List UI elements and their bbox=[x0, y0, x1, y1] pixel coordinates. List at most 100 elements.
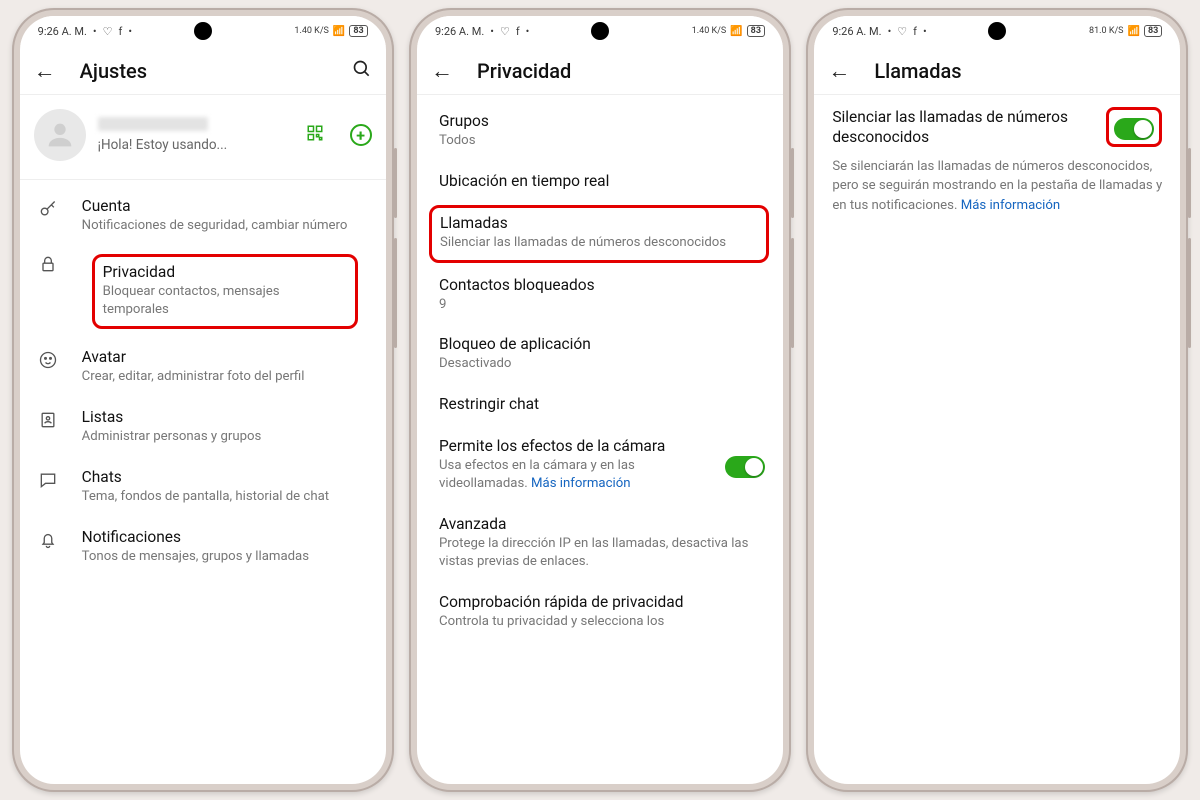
back-icon[interactable]: ← bbox=[34, 58, 56, 84]
bell-icon bbox=[38, 528, 60, 554]
silence-unknown-row[interactable]: Silenciar las llamadas de números descon… bbox=[832, 107, 1162, 147]
item-title: Permite los efectos de la cámara bbox=[439, 437, 703, 455]
status-time: 9:26 A. M. bbox=[832, 25, 881, 38]
toggle-silence-unknown[interactable] bbox=[1114, 118, 1154, 140]
calls-settings: Silenciar las llamadas de números descon… bbox=[814, 95, 1180, 227]
item-camera-effects[interactable]: Permite los efectos de la cámara Usa efe… bbox=[417, 426, 783, 504]
net-speed: 1.40 K/S bbox=[294, 26, 328, 36]
status-dot-icon: • bbox=[526, 25, 530, 38]
privacy-list: Grupos Todos Ubicación en tiempo real Ll… bbox=[417, 95, 783, 647]
profile-name-blurred bbox=[98, 117, 208, 131]
item-subtitle: Tonos de mensajes, grupos y llamadas bbox=[82, 548, 368, 566]
settings-list: Cuenta Notificaciones de seguridad, camb… bbox=[20, 180, 386, 583]
more-info-link[interactable]: Más información bbox=[531, 476, 630, 491]
item-blocked[interactable]: Contactos bloqueados 9 bbox=[417, 265, 783, 325]
heart-icon: ♡ bbox=[103, 25, 113, 38]
signal-icon: 📶 bbox=[1128, 26, 1140, 37]
item-subtitle: Todos bbox=[439, 132, 765, 150]
highlight-toggle bbox=[1106, 107, 1162, 147]
phone-frame-3: 9:26 A. M. • ♡ f • 81.0 K/S 📶 83 ← Llama… bbox=[806, 8, 1188, 792]
item-advanced[interactable]: Avanzada Protege la dirección IP en las … bbox=[417, 504, 783, 582]
heart-icon: ♡ bbox=[500, 25, 510, 38]
item-subtitle: Notificaciones de seguridad, cambiar núm… bbox=[82, 217, 368, 235]
item-location[interactable]: Ubicación en tiempo real bbox=[417, 161, 783, 203]
status-bar: 9:26 A. M. • ♡ f • 81.0 K/S 📶 83 bbox=[814, 16, 1180, 46]
item-restrict[interactable]: Restringir chat bbox=[417, 384, 783, 426]
item-subtitle: Administrar personas y grupos bbox=[82, 428, 368, 446]
net-speed: 81.0 K/S bbox=[1089, 26, 1123, 36]
status-bar: 9:26 A. M. • ♡ f • 1.40 K/S 📶 83 bbox=[20, 16, 386, 46]
status-dot-icon: • bbox=[888, 25, 892, 38]
item-title: Llamadas bbox=[440, 214, 758, 232]
search-icon[interactable] bbox=[352, 59, 372, 84]
page-title: Llamadas bbox=[874, 59, 1166, 83]
item-title: Listas bbox=[82, 408, 368, 426]
camera-notch bbox=[194, 22, 212, 40]
camera-notch bbox=[988, 22, 1006, 40]
item-subtitle: Desactivado bbox=[439, 355, 765, 373]
highlight-calls: Llamadas Silenciar las llamadas de númer… bbox=[429, 205, 769, 263]
status-dot-icon: • bbox=[93, 25, 97, 38]
facebook-icon: f bbox=[913, 25, 917, 38]
page-title: Ajustes bbox=[80, 59, 328, 83]
screen-privacidad: 9:26 A. M. • ♡ f • 1.40 K/S 📶 83 ← Priva… bbox=[417, 16, 783, 784]
qr-icon[interactable] bbox=[306, 124, 324, 147]
back-icon[interactable]: ← bbox=[431, 58, 453, 84]
item-title: Restringir chat bbox=[439, 395, 765, 413]
heart-icon: ♡ bbox=[897, 25, 907, 38]
item-avatar[interactable]: Avatar Crear, editar, administrar foto d… bbox=[20, 337, 386, 397]
more-info-link[interactable]: Más información bbox=[961, 198, 1060, 213]
phone-frame-1: 9:26 A. M. • ♡ f • 1.40 K/S 📶 83 ← Ajust… bbox=[12, 8, 394, 792]
status-time: 9:26 A. M. bbox=[435, 25, 484, 38]
item-account[interactable]: Cuenta Notificaciones de seguridad, camb… bbox=[20, 186, 386, 246]
status-time: 9:26 A. M. bbox=[38, 25, 87, 38]
signal-icon: 📶 bbox=[333, 26, 345, 37]
status-dot-icon: • bbox=[923, 25, 927, 38]
battery-icon: 83 bbox=[747, 25, 765, 37]
screen-llamadas: 9:26 A. M. • ♡ f • 81.0 K/S 📶 83 ← Llama… bbox=[814, 16, 1180, 784]
option-title: Silenciar las llamadas de números descon… bbox=[832, 107, 1094, 147]
back-icon[interactable]: ← bbox=[828, 58, 850, 84]
profile-status: ¡Hola! Estoy usando... bbox=[98, 137, 294, 153]
item-title: Ubicación en tiempo real bbox=[439, 172, 765, 190]
item-subtitle: Silenciar las llamadas de números descon… bbox=[440, 234, 758, 252]
item-privacy-check[interactable]: Comprobación rápida de privacidad Contro… bbox=[417, 582, 783, 642]
app-header: ← Llamadas bbox=[814, 46, 1180, 94]
facebook-icon: f bbox=[516, 25, 520, 38]
contacts-icon bbox=[38, 408, 60, 434]
status-dot-icon: • bbox=[128, 25, 132, 38]
item-calls[interactable]: Llamadas Silenciar las llamadas de númer… bbox=[440, 214, 758, 252]
profile-row[interactable]: ¡Hola! Estoy usando... + bbox=[20, 95, 386, 179]
highlight-privacy: Privacidad Bloquear contactos, mensajes … bbox=[92, 254, 358, 330]
item-chats[interactable]: Chats Tema, fondos de pantalla, historia… bbox=[20, 457, 386, 517]
item-title: Avatar bbox=[82, 348, 368, 366]
status-dot-icon: • bbox=[490, 25, 494, 38]
app-header: ← Privacidad bbox=[417, 46, 783, 94]
item-subtitle: Crear, editar, administrar foto del perf… bbox=[82, 368, 368, 386]
item-groups[interactable]: Grupos Todos bbox=[417, 101, 783, 161]
facebook-icon: f bbox=[119, 25, 123, 38]
item-notifications[interactable]: Notificaciones Tonos de mensajes, grupos… bbox=[20, 517, 386, 577]
net-speed: 1.40 K/S bbox=[692, 26, 726, 36]
item-applock[interactable]: Bloqueo de aplicación Desactivado bbox=[417, 324, 783, 384]
item-subtitle: 9 bbox=[439, 296, 765, 314]
item-title: Grupos bbox=[439, 112, 765, 130]
screen-ajustes: 9:26 A. M. • ♡ f • 1.40 K/S 📶 83 ← Ajust… bbox=[20, 16, 386, 784]
app-header: ← Ajustes bbox=[20, 46, 386, 94]
item-lists[interactable]: Listas Administrar personas y grupos bbox=[20, 397, 386, 457]
avatar bbox=[34, 109, 86, 161]
option-description: Se silenciarán las llamadas de números d… bbox=[832, 157, 1162, 214]
item-title: Chats bbox=[82, 468, 368, 486]
item-subtitle: Protege la dirección IP en las llamadas,… bbox=[439, 535, 765, 571]
add-icon[interactable]: + bbox=[350, 124, 372, 146]
face-icon bbox=[38, 348, 60, 374]
item-subtitle: Controla tu privacidad y selecciona los bbox=[439, 613, 765, 631]
phone-frame-2: 9:26 A. M. • ♡ f • 1.40 K/S 📶 83 ← Priva… bbox=[409, 8, 791, 792]
toggle-camera-effects[interactable] bbox=[725, 456, 765, 478]
battery-icon: 83 bbox=[349, 25, 367, 37]
lock-icon bbox=[38, 252, 60, 278]
status-bar: 9:26 A. M. • ♡ f • 1.40 K/S 📶 83 bbox=[417, 16, 783, 46]
signal-icon: 📶 bbox=[730, 26, 742, 37]
item-privacy[interactable]: Privacidad Bloquear contactos, mensajes … bbox=[20, 246, 386, 338]
item-subtitle: Usa efectos en la cámara y en las videol… bbox=[439, 457, 703, 493]
